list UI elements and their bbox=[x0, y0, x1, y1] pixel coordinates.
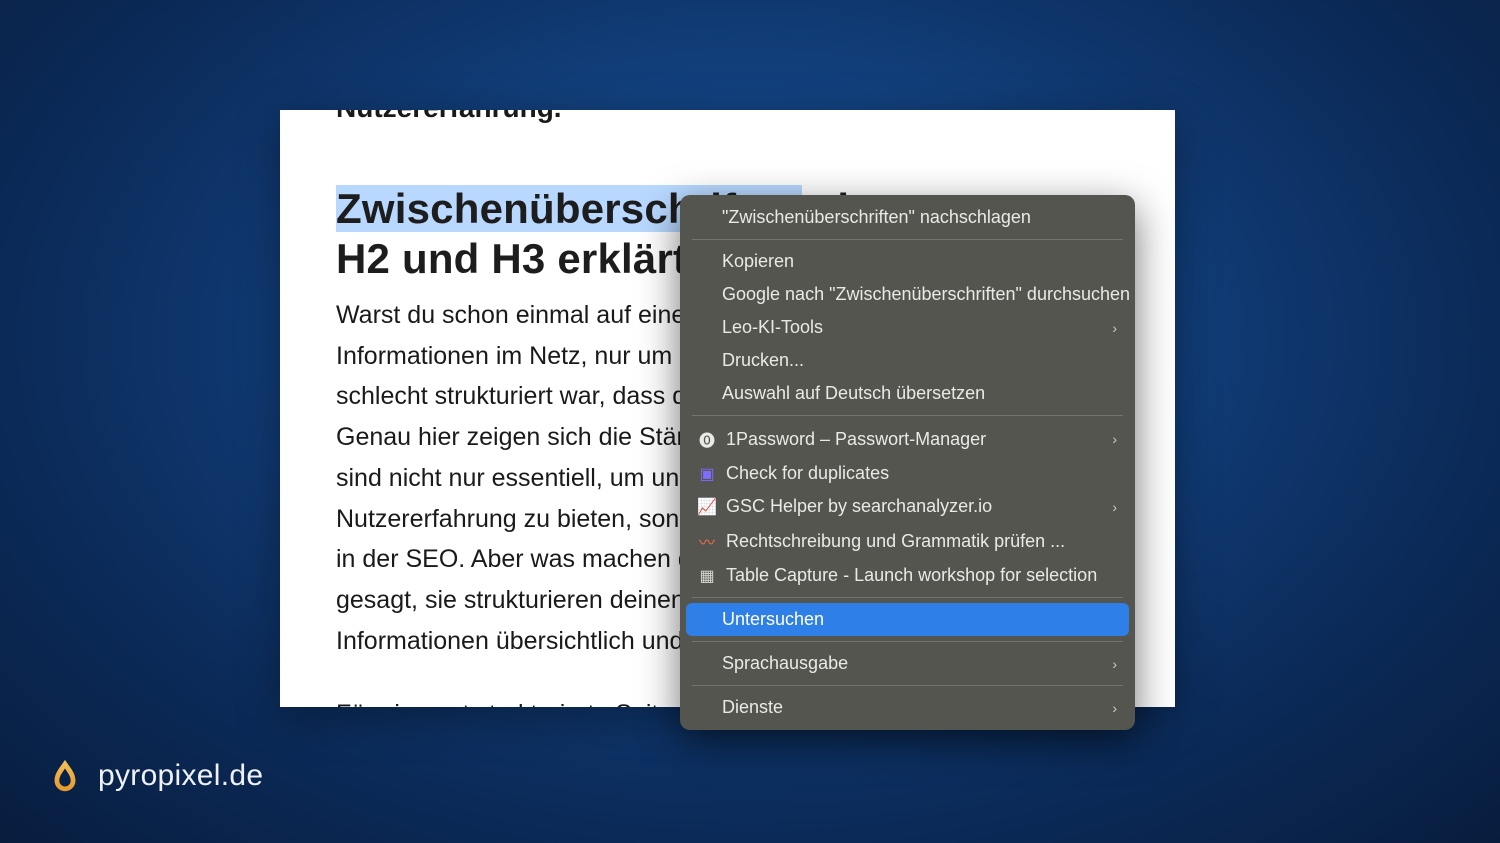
chevron-right-icon: › bbox=[1112, 431, 1117, 447]
menu-item[interactable]: 〰 Rechtschreibung und Grammatik prüfen ..… bbox=[686, 523, 1129, 559]
menu-item-label: Rechtschreibung und Grammatik prüfen ... bbox=[726, 531, 1065, 552]
menu-item-label: 1Password – Passwort-Manager bbox=[726, 429, 986, 450]
menu-item-label: Leo-KI-Tools bbox=[722, 317, 823, 338]
menu-item-label: Drucken... bbox=[722, 350, 804, 371]
menu-item[interactable]: "Zwischenüberschriften" nachschlagen bbox=[686, 201, 1129, 234]
menu-separator bbox=[692, 685, 1123, 686]
menu-item[interactable]: Auswahl auf Deutsch übersetzen bbox=[686, 377, 1129, 410]
chevron-right-icon: › bbox=[1112, 656, 1117, 672]
menu-item-label: Table Capture - Launch workshop for sele… bbox=[726, 565, 1097, 586]
menu-item[interactable]: ⓿ 1Password – Passwort-Manager › bbox=[686, 421, 1129, 457]
menu-item[interactable]: 📈 GSC Helper by searchanalyzer.io › bbox=[686, 490, 1129, 523]
context-menu: "Zwischenüberschriften" nachschlagen Kopi… bbox=[680, 195, 1135, 730]
menu-item[interactable]: Sprachausgabe › bbox=[686, 647, 1129, 680]
menu-item-label: Auswahl auf Deutsch übersetzen bbox=[722, 383, 985, 404]
chart-icon: 📈 bbox=[698, 497, 716, 517]
menu-item-label: Google nach "Zwischenüberschriften" durc… bbox=[722, 284, 1130, 305]
table-icon: ▦ bbox=[698, 566, 716, 586]
menu-separator bbox=[692, 641, 1123, 642]
menu-item[interactable]: Drucken... bbox=[686, 344, 1129, 377]
menu-item-label: "Zwischenüberschriften" nachschlagen bbox=[722, 207, 1031, 228]
menu-separator bbox=[692, 597, 1123, 598]
menu-item-label: Untersuchen bbox=[722, 609, 824, 630]
menu-item-label: Dienste bbox=[722, 697, 783, 718]
menu-item-label: GSC Helper by searchanalyzer.io bbox=[726, 496, 992, 517]
onepassword-icon: ⓿ bbox=[698, 427, 716, 451]
menu-item[interactable]: Dienste › bbox=[686, 691, 1129, 724]
menu-item[interactable]: ▣ Check for duplicates bbox=[686, 457, 1129, 490]
menu-item[interactable]: Leo-KI-Tools › bbox=[686, 311, 1129, 344]
duplicate-icon: ▣ bbox=[698, 464, 716, 484]
chevron-right-icon: › bbox=[1112, 700, 1117, 716]
brand-text: pyropixel.de bbox=[98, 759, 263, 793]
menu-separator bbox=[692, 415, 1123, 416]
menu-separator bbox=[692, 239, 1123, 240]
spellcheck-icon: 〰 bbox=[698, 529, 716, 553]
menu-item-label: Kopieren bbox=[722, 251, 794, 272]
menu-item-label: Check for duplicates bbox=[726, 463, 889, 484]
stage: Nutzererfahrung. Zwischenüberschriften c… bbox=[0, 0, 1500, 843]
menu-item[interactable]: ▦ Table Capture - Launch workshop for sel… bbox=[686, 559, 1129, 592]
menu-item[interactable]: Untersuchen bbox=[686, 603, 1129, 636]
chevron-right-icon: › bbox=[1112, 499, 1117, 515]
chevron-right-icon: › bbox=[1112, 320, 1117, 336]
fragment-above: Nutzererfahrung. bbox=[336, 110, 1119, 124]
menu-item[interactable]: Google nach "Zwischenüberschriften" durc… bbox=[686, 278, 1129, 311]
menu-item[interactable]: Kopieren bbox=[686, 245, 1129, 278]
brand-logo: pyropixel.de bbox=[46, 757, 263, 795]
flame-icon bbox=[46, 757, 84, 795]
menu-item-label: Sprachausgabe bbox=[722, 653, 848, 674]
